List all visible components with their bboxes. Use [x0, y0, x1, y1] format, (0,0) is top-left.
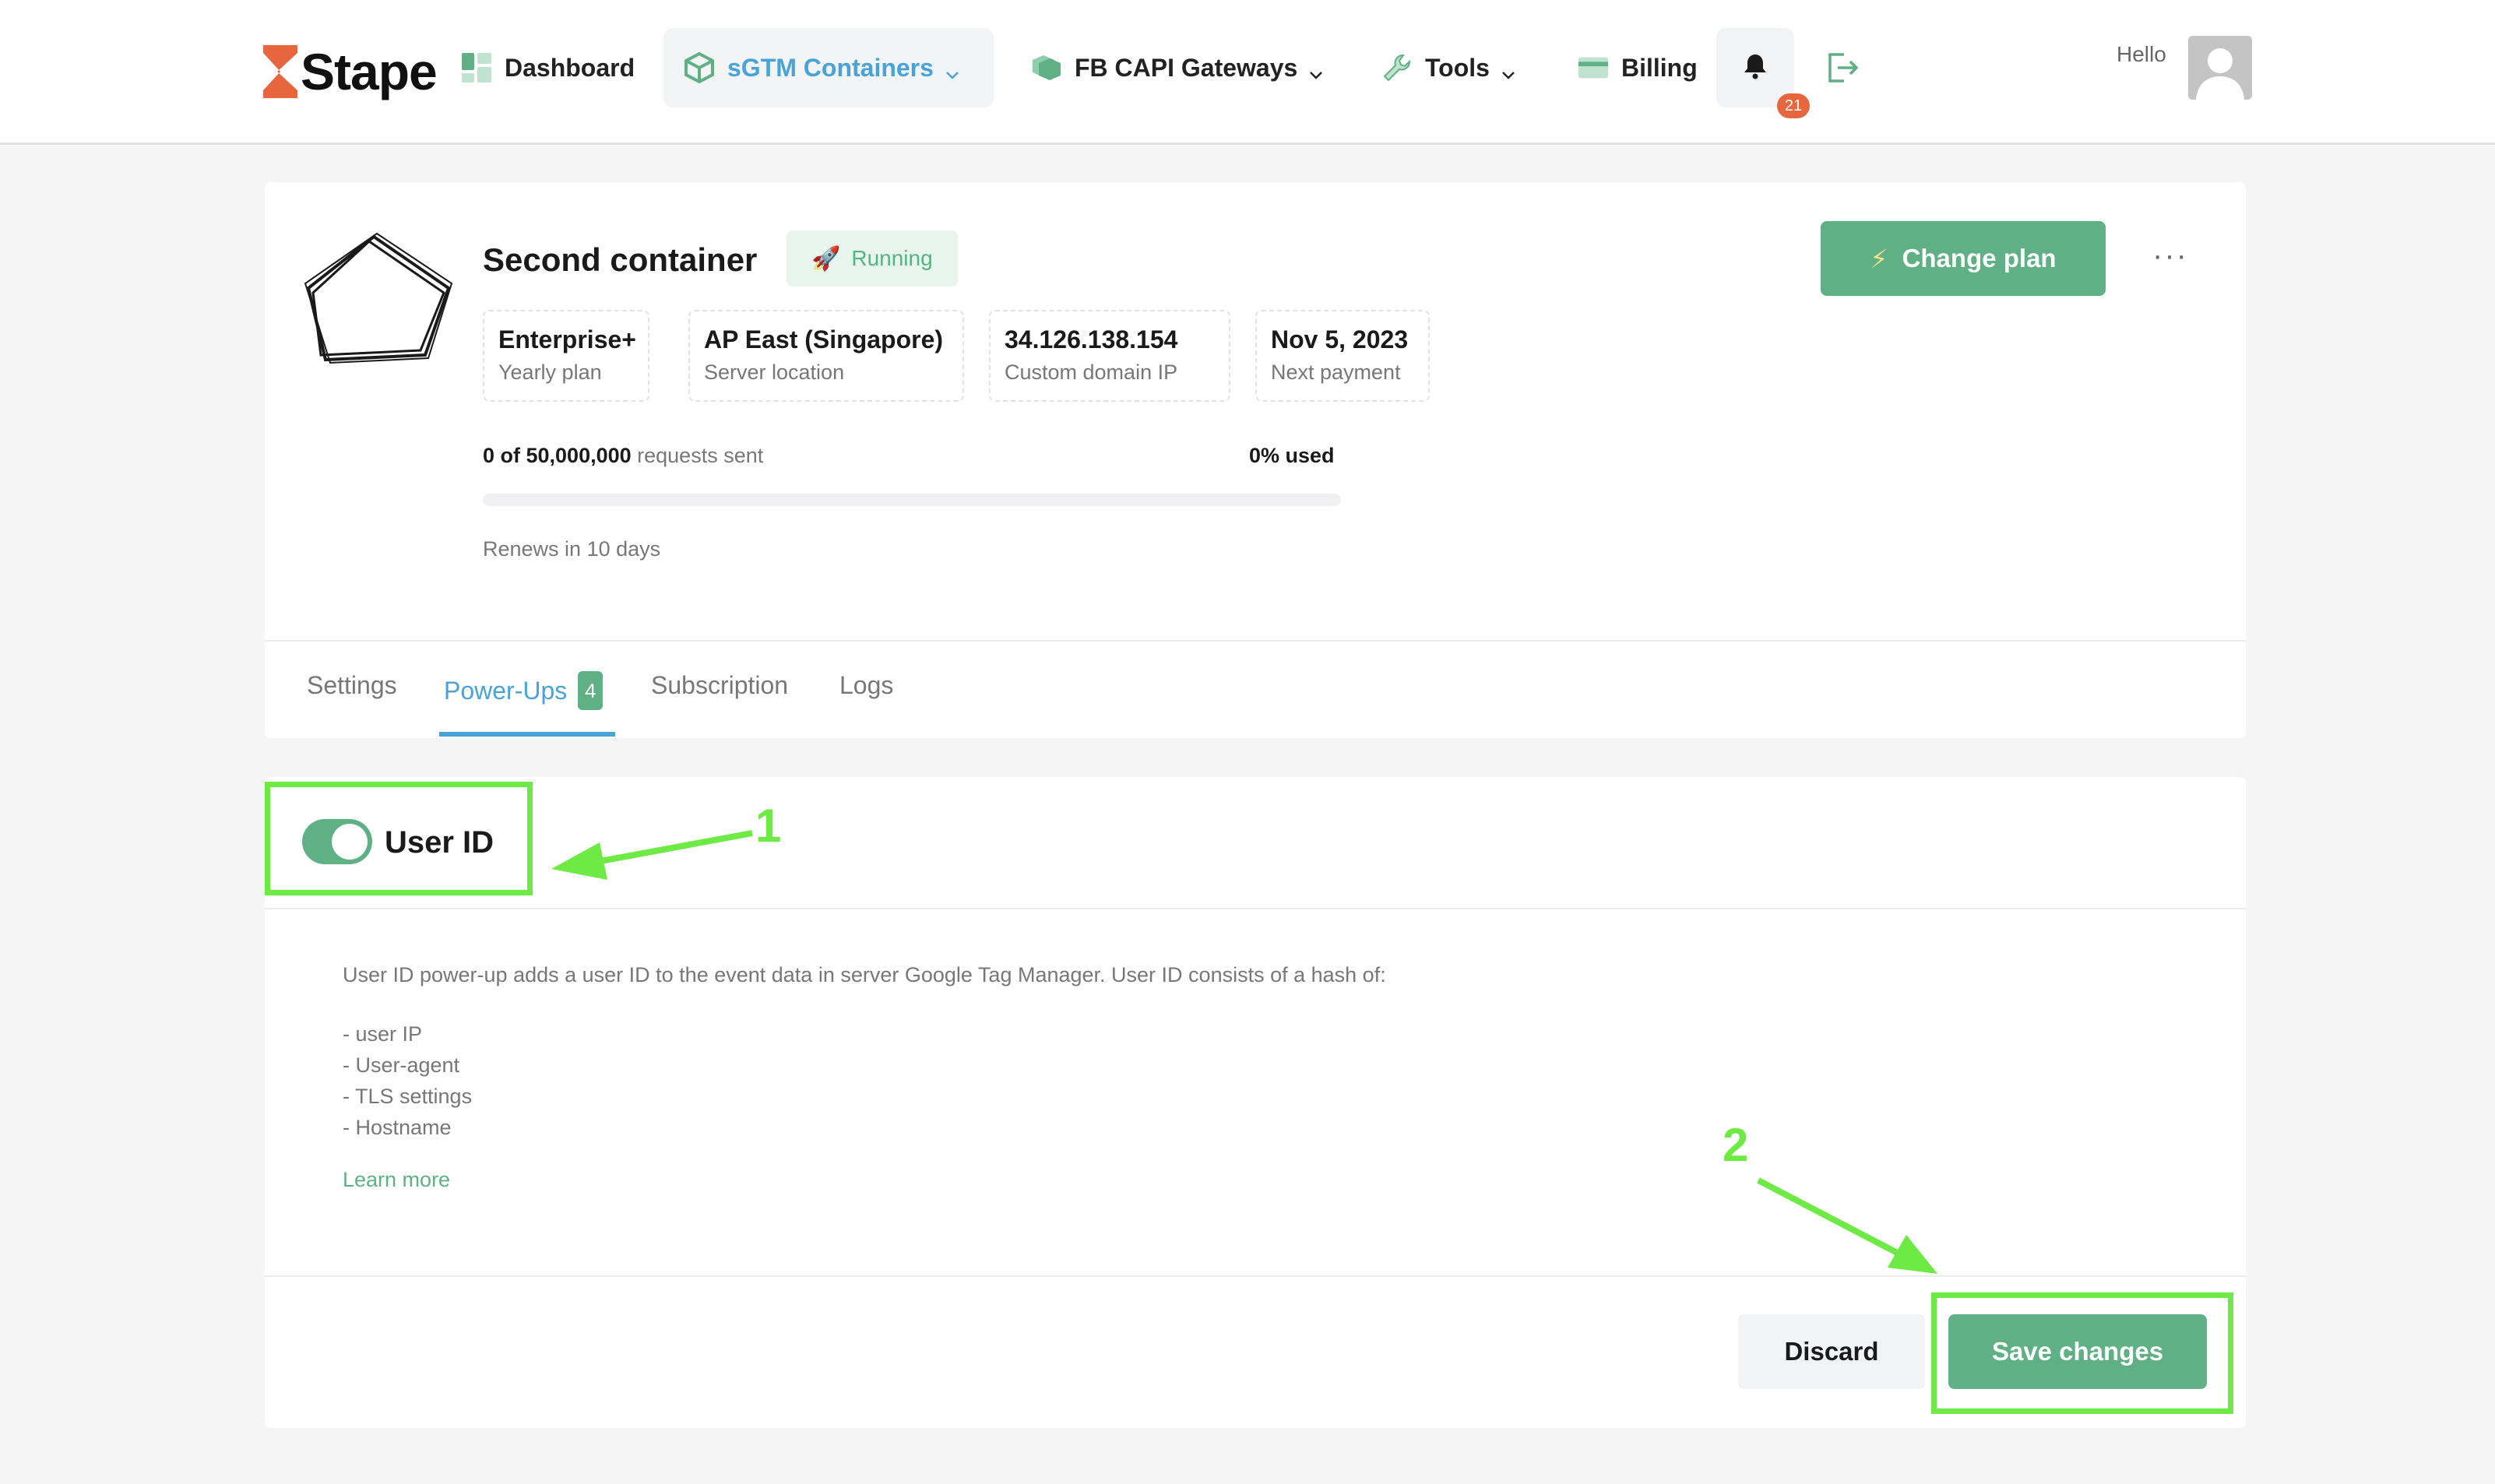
nav-sgtm-label: sGTM Containers: [727, 53, 934, 82]
annotation-highlight-save: [1931, 1292, 2233, 1414]
tab-power-ups-label: Power-Ups: [444, 676, 568, 705]
requests-sent-text: 0 of 50,000,000 requests sent: [483, 444, 763, 468]
user-avatar[interactable]: [2188, 36, 2252, 100]
learn-more-link[interactable]: Learn more: [343, 1168, 450, 1192]
discard-button[interactable]: Discard: [1738, 1314, 1925, 1389]
ip-label: Custom domain IP: [1005, 360, 1178, 384]
chevron-down-icon: [1308, 60, 1324, 79]
tab-settings[interactable]: Settings: [307, 671, 397, 700]
container-title: Second container: [483, 241, 758, 278]
nav-fbcapi-label: FB CAPI Gateways: [1075, 53, 1298, 82]
chevron-down-icon: [945, 60, 960, 79]
logout-icon[interactable]: [1824, 50, 1860, 86]
top-navigation: Stape Dashboard sGTM Containers FB CAPI …: [0, 0, 2495, 145]
nav-sgtm-containers[interactable]: sGTM Containers: [663, 28, 994, 107]
ip-value: 34.126.138.154: [1005, 325, 1178, 353]
change-plan-button[interactable]: ⚡ Change plan: [1821, 221, 2106, 296]
power-up-description: User ID power-up adds a user ID to the e…: [343, 963, 1386, 986]
annotation-number-2: 2: [1723, 1119, 1749, 1171]
pentagon-icon: [302, 229, 458, 369]
location-info-box: AP East (Singapore) Server location: [688, 310, 964, 402]
logo-wordmark: Stape: [301, 43, 438, 100]
power-ups-count-badge: 4: [578, 671, 604, 710]
chevron-down-icon: [1501, 60, 1516, 79]
annotation-number-1: 1: [755, 800, 782, 852]
nav-dashboard-label: Dashboard: [505, 53, 635, 82]
list-item: - user IP: [343, 1022, 423, 1046]
payment-label: Next payment: [1271, 360, 1401, 384]
lightning-icon: ⚡: [1870, 244, 1888, 273]
usage-percent: 0% used: [1249, 444, 1335, 467]
annotation-highlight-toggle: [265, 782, 533, 895]
notification-count-badge: 21: [1777, 93, 1810, 118]
hash-components-list: - user IP - User-agent - TLS settings - …: [343, 1018, 472, 1143]
stape-logo-icon: [263, 45, 299, 98]
location-value: AP East (Singapore): [704, 325, 944, 353]
wrench-icon: [1381, 52, 1413, 83]
renewal-text: Renews in 10 days: [483, 537, 661, 561]
container-overview-card: Second container 🚀 Running ⚡ Change plan…: [265, 182, 2246, 738]
plan-label: Yearly plan: [498, 360, 602, 384]
credit-card-icon: [1578, 52, 1609, 83]
hexagon-stack-icon: [1031, 52, 1062, 83]
tab-subscription[interactable]: Subscription: [651, 671, 788, 700]
list-item: - TLS settings: [343, 1085, 473, 1108]
plan-value: Enterprise+: [498, 325, 636, 353]
nav-dashboard[interactable]: Dashboard: [441, 28, 655, 107]
active-tab-indicator: [439, 732, 615, 737]
plan-info-box: Enterprise+ Yearly plan: [483, 310, 649, 402]
cube-icon: [684, 52, 715, 83]
tab-logs[interactable]: Logs: [839, 671, 893, 700]
status-label: Running: [851, 246, 933, 270]
nav-tools-label: Tools: [1425, 53, 1490, 82]
payment-value: Nov 5, 2023: [1271, 325, 1409, 353]
ip-info-box: 34.126.138.154 Custom domain IP: [989, 310, 1230, 402]
change-plan-label: Change plan: [1902, 244, 2057, 273]
rocket-icon: 🚀: [811, 245, 841, 272]
payment-info-box: Nov 5, 2023 Next payment: [1255, 310, 1430, 402]
nav-billing-label: Billing: [1621, 53, 1698, 82]
requests-count: 0 of 50,000,000: [483, 444, 632, 467]
footer-divider: [265, 1275, 2246, 1277]
location-label: Server location: [704, 360, 845, 384]
more-options-icon[interactable]: ···: [2152, 238, 2188, 273]
tabs-divider: [265, 640, 2246, 642]
power-up-divider: [265, 908, 2246, 909]
nav-tools[interactable]: Tools: [1361, 28, 1536, 107]
nav-billing[interactable]: Billing: [1557, 28, 1718, 107]
nav-fb-capi-gateways[interactable]: FB CAPI Gateways: [1011, 28, 1344, 107]
usage-progress-bar: [483, 494, 1341, 506]
status-badge: 🚀 Running: [787, 230, 958, 287]
requests-suffix: requests sent: [631, 444, 764, 467]
greeting-text: Hello: [2117, 42, 2166, 66]
bell-icon: [1744, 53, 1767, 83]
list-item: - User-agent: [343, 1053, 460, 1077]
tab-power-ups[interactable]: Power-Ups 4: [444, 671, 604, 710]
list-item: - Hostname: [343, 1116, 452, 1139]
stape-logo[interactable]: Stape: [263, 40, 438, 103]
dashboard-icon: [461, 52, 492, 83]
